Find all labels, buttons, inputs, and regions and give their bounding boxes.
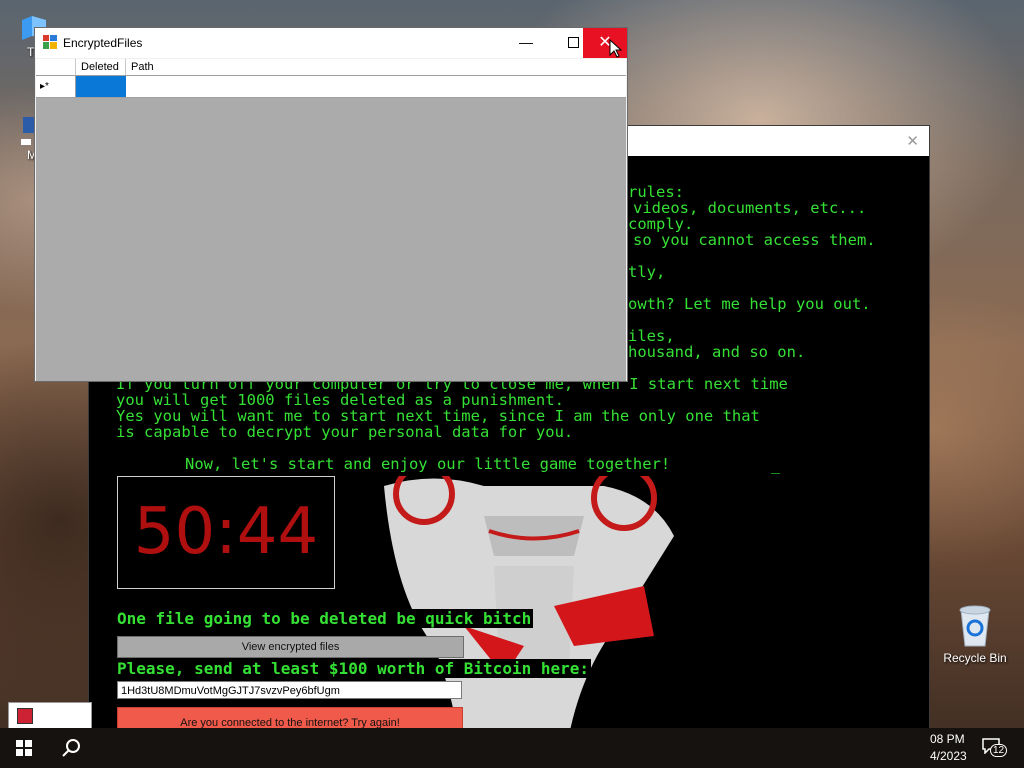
ransom-text-line-1: rules: [628, 183, 684, 201]
ransom-text-line-10: you will get 1000 files deleted as a pun… [116, 391, 564, 409]
minimized-window-stub[interactable] [8, 702, 92, 730]
grid-header: Deleted Path [36, 59, 626, 76]
ransom-text-line-6: owth? Let me help you out. [628, 295, 871, 313]
view-encrypted-files-button[interactable]: View encrypted files [117, 636, 464, 658]
ransom-text-line-3: comply. [628, 215, 694, 233]
ransom-text-line-13: Now, let's start and enjoy our little ga… [185, 455, 671, 473]
ransom-text-line-12: is capable to decrypt your personal data… [116, 423, 574, 441]
column-header-deleted[interactable]: Deleted [76, 59, 126, 75]
payment-prompt: Please, send at least $100 worth of Bitc… [115, 659, 592, 678]
encrypted-files-window: EncryptedFiles — ✕ Deleted Path ▸* [34, 27, 628, 382]
countdown-box: 50:44 [117, 476, 335, 589]
encrypted-files-grid[interactable]: Deleted Path ▸* [36, 59, 626, 381]
cell-deleted-selected[interactable] [76, 76, 126, 97]
notification-center[interactable]: 12 [982, 738, 1008, 760]
maximize-icon [568, 37, 579, 48]
taskbar: 08 PM 4/2023 12 [0, 728, 1024, 768]
ransom-text-line-7: iles, [628, 327, 675, 345]
window-title: EncryptedFiles [63, 36, 143, 50]
ransom-text-line-5: tly, [628, 263, 666, 281]
column-header-path[interactable]: Path [126, 59, 626, 75]
clock-date[interactable]: 4/2023 [930, 749, 967, 763]
windows-start-icon[interactable] [16, 740, 32, 756]
app-icon [43, 35, 57, 49]
notification-count-badge: 12 [990, 744, 1008, 757]
text-cursor: _ [771, 456, 781, 474]
bitcoin-address-field[interactable]: 1Hd3tU8MDmuVotMgGJTJ7svzvPey6bfUgm [117, 681, 462, 699]
table-row-new[interactable]: ▸* [36, 76, 626, 98]
ransom-text-line-8: housand, and so on. [628, 343, 806, 361]
ransom-text-line-4: so you cannot access them. [633, 231, 876, 249]
window-titlebar[interactable]: EncryptedFiles — ✕ [35, 28, 627, 58]
desktop-icon-recycle-bin[interactable]: Recycle Bin [940, 602, 1010, 665]
row-header-corner [36, 59, 76, 75]
mouse-pointer-icon [609, 39, 623, 58]
deletion-warning: One file going to be deleted be quick bi… [115, 609, 534, 628]
new-row-marker: ▸* [36, 76, 76, 97]
minimize-button[interactable]: — [503, 28, 549, 58]
ransom-text-line-11: Yes you will want me to start next time,… [116, 407, 760, 425]
ransom-text-line-2: videos, documents, etc... [633, 199, 867, 217]
recycle-bin-icon [959, 605, 991, 647]
search-icon[interactable] [61, 738, 81, 758]
close-icon[interactable]: ✕ [906, 132, 919, 150]
restore-icon [17, 708, 33, 724]
clock-time[interactable]: 08 PM [930, 732, 965, 746]
countdown-timer: 50:44 [133, 495, 319, 569]
